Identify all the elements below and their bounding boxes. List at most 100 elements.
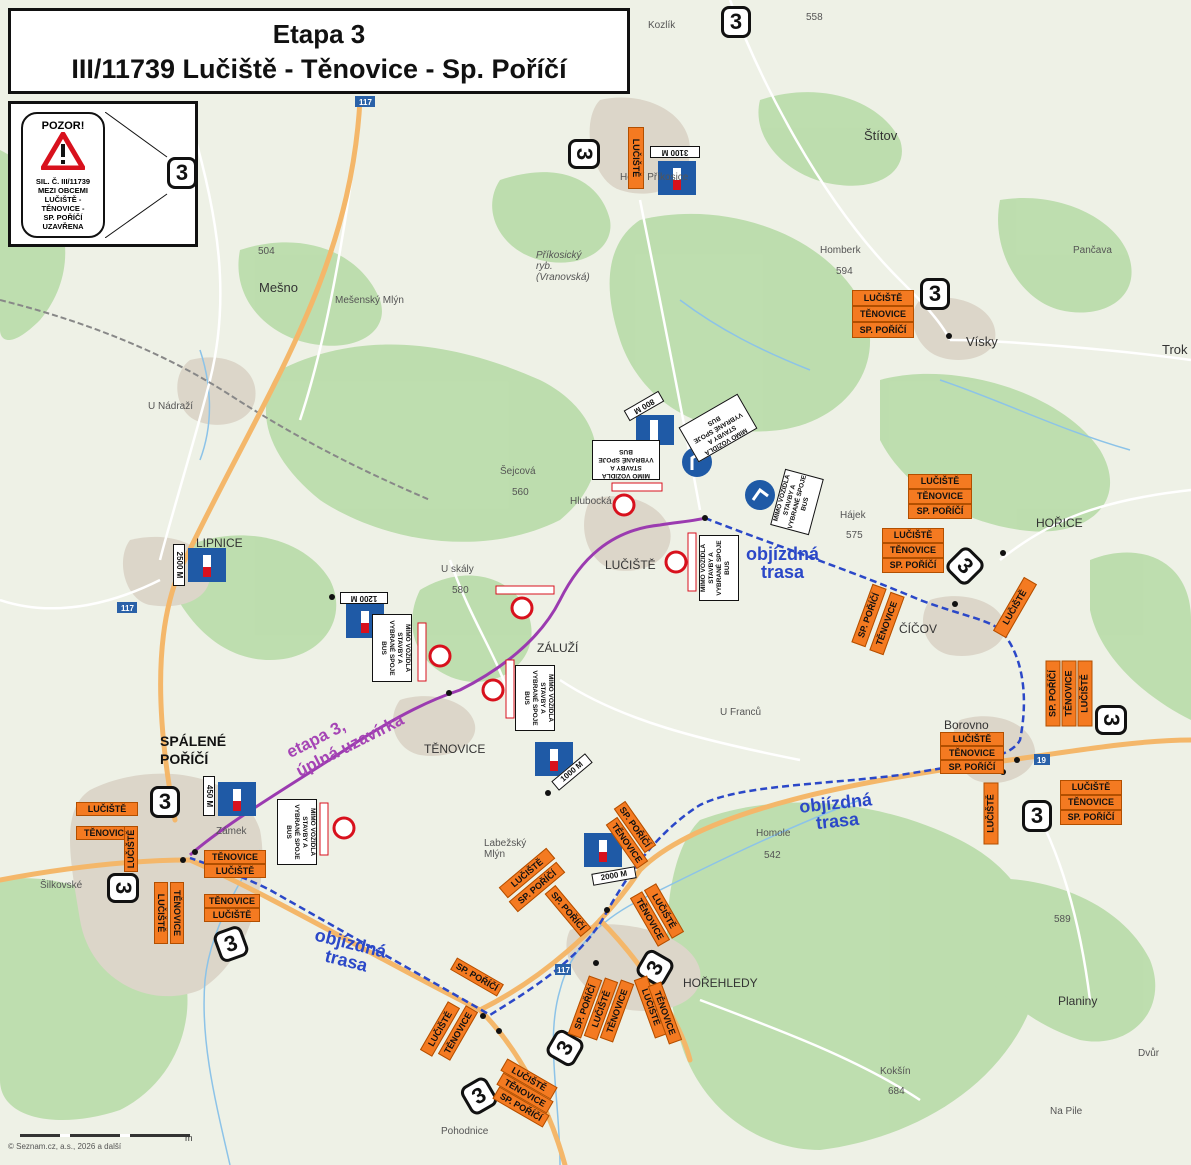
- detour-label-1: objízdná trasa: [746, 545, 819, 581]
- plate-luciste-7: LUČIŠTĚ: [940, 732, 1004, 746]
- plate-luciste-6: LUČIŠTĚ: [1077, 660, 1093, 727]
- bus-sign-6: MIMO VOZIDLA STAVBY A VYBRANÉ SPOJE BUS: [515, 665, 555, 731]
- place-homole: Homole: [756, 828, 791, 839]
- plate-luciste-9: LUČIŠTĚ: [1060, 780, 1122, 795]
- place-luciste: LUČIŠTĚ: [605, 558, 656, 572]
- place-borovno: Borovno: [944, 718, 989, 732]
- warning-text-line: MEZI OBCEMI: [38, 186, 88, 195]
- place-rybnik: Příkosický ryb. (Vranovská): [536, 250, 590, 283]
- detour-label-1-line1: objízdná: [746, 544, 819, 564]
- plate-luciste-11: LUČIŠTĚ: [124, 826, 138, 872]
- legend-box: POZOR! SIL. Č. III/11739 MEZI OBCEMI LUČIŠ…: [8, 101, 198, 247]
- detour-label-2: objízdná trasa: [798, 789, 874, 833]
- plate-luciste-8: LUČIŠTĚ: [983, 782, 999, 845]
- height-2: 558: [806, 12, 823, 23]
- place-mesensky: Mešenský Mlýn: [335, 295, 404, 306]
- bus-sign-5: MIMO VOZIDLA STAVBY A VYBRANÉ SPOJE BUS: [372, 614, 412, 682]
- plate-porici-4: SP. POŘÍČÍ: [882, 558, 944, 573]
- warning-text-line: UZAVŘENA: [42, 222, 84, 231]
- plate-tenovice-3: TĚNOVICE: [908, 489, 972, 504]
- bus-sign-7: MIMO VOZIDLA STAVBY A VYBRANÉ SPOJE BUS: [277, 799, 317, 865]
- plate-porici-3: SP. POŘÍČÍ: [908, 504, 972, 519]
- plate-luciste-10: LUČIŠTĚ: [76, 802, 138, 816]
- warning-text-line: SIL. Č. III/11739: [35, 177, 91, 186]
- place-porici: POŘÍČÍ: [160, 751, 209, 767]
- distance-sign-4: 1200 M: [340, 592, 388, 604]
- plate-luciste-13: LUČIŠTĚ: [154, 882, 168, 944]
- place-spalene: SPÁLENÉ: [160, 733, 227, 749]
- plate-tenovice-7: TĚNOVICE: [940, 746, 1004, 760]
- place-silkovske: Šilkovské: [40, 880, 83, 891]
- scale-bar: [20, 1134, 190, 1137]
- plate-luciste-4: LUČIŠTĚ: [882, 528, 944, 543]
- place-zamek: Zámek: [216, 826, 247, 837]
- stage-tag-6: 3: [1022, 800, 1052, 832]
- height-6: 575: [846, 530, 863, 541]
- stage-tag: 3: [167, 157, 197, 189]
- place-tenovice: TĚNOVICE: [424, 742, 486, 756]
- place-sejcova: Šejcová: [500, 466, 536, 477]
- place-zaluzi: ZÁLUŽÍ: [537, 641, 579, 655]
- road-number-4: 117: [557, 966, 570, 975]
- place-lipnice: LIPNICE: [196, 536, 243, 550]
- plate-tenovice-9: TĚNOVICE: [1060, 795, 1122, 810]
- plate-tenovice-6: TĚNOVICE: [1061, 660, 1077, 727]
- place-horice: HOŘICE: [1036, 516, 1083, 530]
- stage-tag-8: 3: [107, 873, 139, 903]
- plate-luciste-12: LUČIŠTĚ: [204, 864, 266, 878]
- place-labezsky: Labežský Mlýn: [484, 838, 527, 860]
- road-number-2: 117: [121, 604, 134, 613]
- road-number-1: 117: [359, 98, 372, 107]
- stage-tag-2: 3: [568, 139, 600, 169]
- place-hlubocka: Hlubocká: [570, 496, 612, 507]
- place-pancava: Pančava: [1073, 245, 1112, 256]
- height-1: 504: [258, 246, 275, 257]
- place-cicov: ČÍČOV: [899, 622, 938, 636]
- plate-porici-7: SP. POŘÍČÍ: [940, 760, 1004, 774]
- copyright: © Seznam.cz, a.s., 2026 a další: [8, 1142, 122, 1151]
- place-dvur: Dvůr: [1138, 1048, 1160, 1059]
- place-planiny: Planiny: [1058, 994, 1098, 1008]
- warning-text-line: SP. POŘÍČÍ: [43, 213, 83, 222]
- height-8: 589: [1054, 914, 1071, 925]
- plate-luciste-3: LUČIŠTĚ: [908, 474, 972, 489]
- plate-luciste-14: LUČIŠTĚ: [204, 908, 260, 922]
- plate-tenovice-12: TĚNOVICE: [204, 850, 266, 864]
- warning-sign: POZOR! SIL. Č. III/11739 MEZI OBCEMI LUČIŠ…: [21, 112, 105, 238]
- height-3: 594: [836, 266, 853, 277]
- plate-luciste-2: LUČIŠTĚ: [852, 290, 914, 306]
- warning-triangle-icon: [40, 131, 86, 171]
- place-u-francu: U Franců: [720, 707, 762, 718]
- distance-sign-6: 450 M: [203, 776, 215, 816]
- place-stitov: Štítov: [864, 128, 898, 143]
- place-na-pile: Na Pile: [1050, 1106, 1083, 1117]
- place-horehledy: HOŘEHLEDY: [683, 976, 758, 990]
- plate-tenovice-2: TĚNOVICE: [852, 306, 914, 322]
- bus-sign-4: MIMO VOZIDLA STAVBY A VYBRANÉ SPOJE BUS: [699, 535, 739, 601]
- place-u-skaly: U skály: [441, 564, 474, 575]
- bus-sign-1: MIMO VOZIDLA STAVBY A VYBRANÉ SPOJE BUS: [592, 440, 660, 480]
- plate-porici-6: SP. POŘÍČÍ: [1045, 660, 1061, 727]
- plate-tenovice-14: TĚNOVICE: [204, 894, 260, 908]
- height-4: 580: [452, 585, 469, 596]
- height-7: 542: [764, 850, 781, 861]
- stage-tag-3: 3: [920, 278, 950, 310]
- road-title: III/11739 Lučiště - Těnovice - Sp. Poříč…: [71, 54, 567, 84]
- height-5: 560: [512, 487, 529, 498]
- road-number-3: 19: [1037, 756, 1046, 765]
- plate-tenovice-4: TĚNOVICE: [882, 543, 944, 558]
- title-box: Etapa 3 III/11739 Lučiště - Těnovice - S…: [8, 8, 630, 94]
- stage-tag-7: 3: [150, 786, 180, 818]
- detour-label-1-line2: trasa: [760, 562, 805, 582]
- place-visky: Vísky: [966, 334, 998, 349]
- plate-luciste-1: LUČIŠTĚ: [628, 127, 644, 189]
- distance-sign-1: 3100 M: [650, 146, 700, 158]
- plate-porici-2: SP. POŘÍČÍ: [852, 322, 914, 338]
- plate-tenovice-13: TĚNOVICE: [170, 882, 184, 944]
- height-9: 684: [888, 1086, 905, 1097]
- warning-text: SIL. Č. III/11739 MEZI OBCEMI LUČIŠTĚ - TĚN…: [23, 177, 103, 231]
- place-koksin: Kokšín: [880, 1066, 911, 1077]
- place-u-nadrazi: U Nádraží: [148, 401, 194, 412]
- warning-text-line: LUČIŠTĚ -: [44, 195, 82, 204]
- stage-tag-1: 3: [721, 6, 751, 38]
